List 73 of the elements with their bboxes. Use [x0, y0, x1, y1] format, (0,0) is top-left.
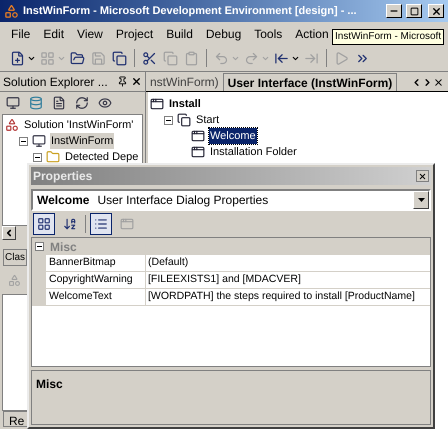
- folder-icon: [46, 150, 60, 164]
- menu-item[interactable]: Build: [161, 24, 198, 42]
- tree-item[interactable]: Solution 'InstWinForm': [23, 116, 134, 134]
- scissors-icon[interactable]: [142, 50, 157, 66]
- categorized-icon: [37, 217, 51, 231]
- folder-icon[interactable]: [70, 50, 85, 66]
- solution-icon: [5, 118, 19, 132]
- object-name: Welcome: [37, 192, 90, 209]
- property-name: WelcomeText: [46, 289, 146, 306]
- document-icon[interactable]: [52, 96, 66, 110]
- collapse-icon[interactable]: [35, 242, 44, 251]
- menu-item[interactable]: Project: [110, 24, 158, 42]
- tree-item[interactable]: Welcome: [209, 128, 257, 144]
- property-name: BannerBitmap: [46, 255, 146, 272]
- toolbar-button[interactable]: [90, 213, 112, 235]
- tree-item[interactable]: Installation Folder: [209, 144, 298, 160]
- monitor-icon[interactable]: [6, 96, 20, 110]
- menu-item[interactable]: Edit: [38, 24, 70, 42]
- object-selector[interactable]: Welcome User Interface Dialog Properties: [31, 189, 431, 211]
- close-icon[interactable]: [131, 76, 142, 87]
- property-name: CopyrightWarning: [46, 272, 146, 289]
- window-icon: [191, 145, 205, 159]
- window-icon: [120, 217, 134, 231]
- collapse-icon[interactable]: [33, 152, 42, 162]
- property-value[interactable]: (Default): [146, 255, 430, 272]
- menu-item[interactable]: File: [6, 24, 36, 42]
- list-icon: [94, 217, 108, 231]
- toolbar-button[interactable]: [33, 213, 55, 235]
- object-type: User Interface Dialog Properties: [97, 192, 270, 209]
- category-label: Misc: [50, 238, 77, 256]
- eye-icon[interactable]: [98, 96, 112, 110]
- sort-az-icon: [63, 217, 77, 231]
- arrow-left-icon[interactable]: [274, 50, 289, 66]
- menu-item[interactable]: Action: [290, 24, 334, 42]
- dropdown-button[interactable]: [413, 191, 429, 209]
- dropdown-arrow-icon: [418, 198, 424, 202]
- description-title: Misc: [36, 377, 63, 391]
- menu-item[interactable]: View: [72, 24, 108, 42]
- scroll-left-button[interactable]: [2, 226, 16, 240]
- monitor-icon: [32, 134, 46, 148]
- database-icon[interactable]: [29, 96, 43, 110]
- new-file-icon[interactable]: [10, 50, 25, 66]
- property-value[interactable]: [FILEEXISTS1] and [MDACVER]: [146, 272, 430, 289]
- close-icon[interactable]: [433, 77, 444, 88]
- collapse-icon[interactable]: [164, 116, 173, 124]
- close-icon: [418, 172, 427, 180]
- window-title: InstWinForm - Microsoft Development Environment [design] - ...: [23, 4, 358, 19]
- panel-title: Properties: [33, 168, 94, 185]
- menu-item[interactable]: Tools: [249, 24, 288, 42]
- document-tab[interactable]: User Interface (InstWinForm): [222, 73, 398, 91]
- close-icon: [430, 6, 442, 16]
- document-tab[interactable]: nstWinForm): [146, 73, 223, 91]
- tree-item[interactable]: Detected Depe: [64, 148, 140, 166]
- stacked-windows-icon: [177, 113, 191, 127]
- tooltip: InstWinForm - Microsoft: [332, 29, 444, 45]
- tree-item[interactable]: InstWinForm: [50, 132, 114, 150]
- tree-item[interactable]: Install: [168, 96, 202, 112]
- maximize-button[interactable]: [406, 4, 422, 18]
- app-icon: [4, 4, 19, 18]
- menu-item[interactable]: Debug: [200, 24, 246, 42]
- minimize-button[interactable]: [386, 4, 402, 18]
- maximize-icon: [410, 6, 418, 16]
- property-value[interactable]: [WORDPATH] the steps required to install [ProductName]: [146, 289, 430, 306]
- collapse-icon[interactable]: [19, 136, 28, 146]
- panel-tab[interactable]: Clas: [3, 249, 28, 266]
- refresh-icon[interactable]: [75, 96, 89, 110]
- window-icon: [191, 129, 205, 143]
- tree-item[interactable]: Start: [195, 112, 220, 128]
- arrow-left-icon: [4, 228, 14, 238]
- panel-title: Solution Explorer ...: [3, 74, 109, 90]
- close-button[interactable]: [416, 170, 429, 182]
- window-icon: [150, 97, 164, 111]
- pin-icon[interactable]: [117, 76, 128, 87]
